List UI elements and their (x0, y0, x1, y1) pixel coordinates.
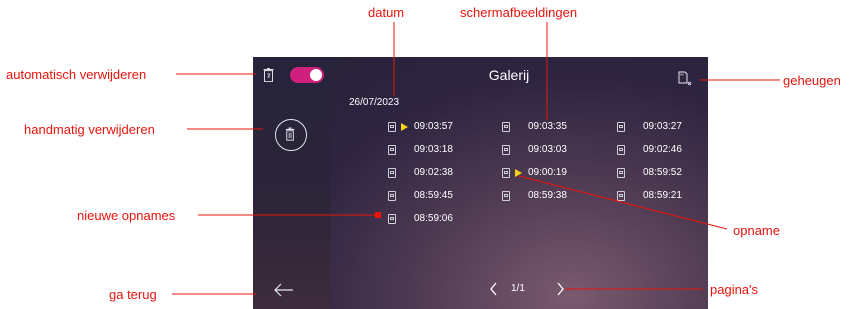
annotation-paginas: pagina's (710, 282, 759, 297)
annotation-handmatig-verwijderen: handmatig verwijderen (24, 122, 155, 137)
annotation-datum: datum (368, 5, 405, 20)
annotation-nieuwe-opnames: nieuwe opnames (77, 208, 176, 223)
annotation-ga-terug: ga terug (109, 287, 157, 302)
annotation-opname: opname (733, 223, 780, 238)
new-recording-marker (375, 212, 381, 218)
annotation-automatisch-verwijderen: automatisch verwijderen (6, 67, 147, 82)
annotation-geheugen: geheugen (783, 73, 841, 88)
annotation-lines (172, 22, 780, 295)
annotation-schermafbeeldingen: schermafbeeldingen (460, 5, 578, 20)
